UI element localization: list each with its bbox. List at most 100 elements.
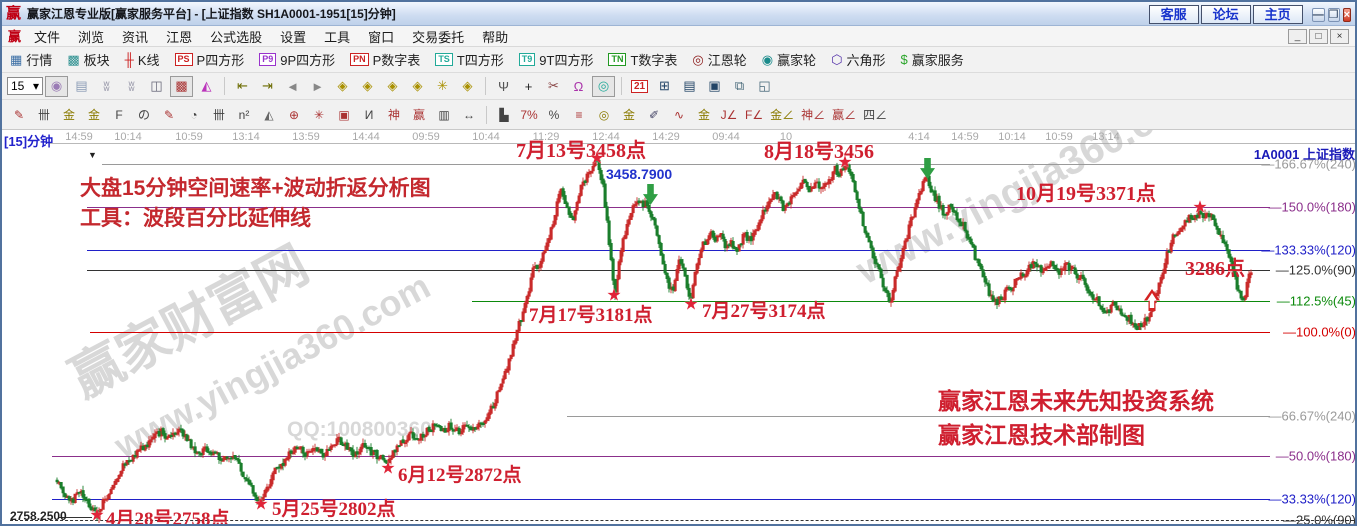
angle-flag-icon[interactable]: ◭ — [257, 104, 281, 126]
box-grid-icon[interactable]: ▣ — [332, 104, 356, 126]
sectors-icon: ▩ — [67, 53, 79, 66]
menu-item-5[interactable]: 设置 — [271, 27, 315, 46]
toolbar-item-4[interactable]: P99P四方形 — [259, 50, 335, 69]
gold-lines2-icon[interactable]: 金 — [692, 104, 716, 126]
toolbar-item-2[interactable]: ╫K线 — [125, 50, 160, 69]
toolbar-item-9[interactable]: ◎江恩轮 — [692, 50, 746, 69]
menu-item-0[interactable]: 文件 — [25, 27, 69, 46]
zoom-right-icon[interactable]: ◈ — [356, 76, 379, 97]
brush-icon[interactable]: ✐ — [642, 104, 666, 126]
menu-item-9[interactable]: 帮助 — [473, 27, 517, 46]
time-cycle-icon[interactable]: ◔ — [182, 104, 206, 126]
h-measure-icon[interactable]: ↔ — [457, 104, 481, 126]
percent7-icon[interactable]: 7% — [517, 104, 541, 126]
pen2-icon[interactable]: ✎ — [157, 104, 181, 126]
restore-button[interactable]: ❐ — [1328, 8, 1340, 22]
chart-area[interactable]: [15]分钟 1A0001 上证指数 ▼ 赢家财富网www.yingjia360… — [2, 130, 1357, 526]
toolbar-item-5[interactable]: PNP数字表 — [350, 50, 420, 69]
column-chart-icon[interactable]: ▙ — [492, 104, 516, 126]
shen-tool-icon[interactable]: 神 — [382, 104, 406, 126]
menu-item-3[interactable]: 江恩 — [157, 27, 201, 46]
angle-j-icon[interactable]: J∠ — [717, 104, 741, 126]
angle-shen-icon[interactable]: 神∠ — [798, 104, 828, 126]
color-histogram-icon[interactable]: ◭ — [195, 76, 218, 97]
star-rays-icon[interactable]: ✳ — [307, 104, 331, 126]
circle-cross-icon[interactable]: ⊕ — [282, 104, 306, 126]
toolbar-item-6[interactable]: TST四方形 — [435, 50, 503, 69]
calculator-icon[interactable]: ⊞ — [653, 76, 676, 97]
menu-item-8[interactable]: 交易委托 — [403, 27, 473, 46]
nav-first-icon[interactable]: ⇤ — [231, 76, 254, 97]
cut-tool-icon[interactable]: ✂ — [542, 76, 565, 97]
bars-3-icon[interactable]: ʬ — [95, 76, 118, 97]
report-icon[interactable]: ▤ — [70, 76, 93, 97]
menu-item-1[interactable]: 浏览 — [69, 27, 113, 46]
notes-icon[interactable]: ▤ — [678, 76, 701, 97]
toolbar-item-3[interactable]: PSP四方形 — [175, 50, 245, 69]
bars-9-icon[interactable]: ʬ — [120, 76, 143, 97]
candle-style-icon[interactable]: ◫ — [145, 76, 168, 97]
period-select[interactable]: 15 ▾ — [7, 77, 43, 95]
n-square-icon[interactable]: n² — [232, 104, 256, 126]
mdi-close-button[interactable]: × — [1330, 29, 1349, 44]
close-button[interactable]: × — [1343, 8, 1351, 22]
gold-lines-icon[interactable]: 金 — [617, 104, 641, 126]
chart-annotation-4: 7月17号3181点 — [529, 300, 653, 327]
nav-next-icon[interactable]: ► — [306, 76, 329, 97]
angle-f-icon[interactable]: F∠ — [742, 104, 766, 126]
draw-pen-icon[interactable]: ✎ — [7, 104, 31, 126]
nav-prev-icon[interactable]: ◄ — [281, 76, 304, 97]
zoom-star-icon[interactable]: ✳ — [431, 76, 454, 97]
toolbar-item-12[interactable]: $赢家服务 — [901, 50, 964, 69]
menu-item-4[interactable]: 公式选股 — [201, 27, 271, 46]
export-icon[interactable]: ◱ — [753, 76, 776, 97]
toolbar-item-label: P数字表 — [373, 50, 421, 69]
menu-item-6[interactable]: 工具 — [315, 27, 359, 46]
ruler-icon[interactable]: ▥ — [432, 104, 456, 126]
toolbar-item-7[interactable]: T99T四方形 — [519, 50, 594, 69]
toolbar-item-8[interactable]: TNT数字表 — [608, 50, 677, 69]
zoom-inward-icon[interactable]: ◈ — [406, 76, 429, 97]
star-marker-icon: ★ — [89, 507, 104, 524]
wave-line-icon[interactable]: ∿ — [667, 104, 691, 126]
percent-lines-icon[interactable]: ≡ — [567, 104, 591, 126]
nav-last-icon[interactable]: ⇥ — [256, 76, 279, 97]
toolbar-item-1[interactable]: ▩板块 — [67, 50, 109, 69]
grid2-icon[interactable]: 卌 — [207, 104, 231, 126]
zoom-vertical-icon[interactable]: ◈ — [456, 76, 479, 97]
pattern-search-icon[interactable]: ▩ — [170, 76, 193, 97]
percent-icon[interactable]: % — [542, 104, 566, 126]
angle-ying-icon[interactable]: 赢∠ — [829, 104, 859, 126]
gold-circle-icon[interactable]: ◎ — [592, 104, 616, 126]
titlebar-button-0[interactable]: 客服 — [1149, 5, 1199, 24]
toolbar-item-10[interactable]: ◉赢家轮 — [762, 50, 816, 69]
menu-item-2[interactable]: 资讯 — [113, 27, 157, 46]
ying-tool-icon[interactable]: 赢 — [407, 104, 431, 126]
gold-section2-icon[interactable]: 金 — [82, 104, 106, 126]
mdi-restore-button[interactable]: □ — [1309, 29, 1328, 44]
fibo-f-icon[interactable]: F — [107, 104, 131, 126]
calendar-icon[interactable]: 21 — [628, 76, 651, 97]
menu-item-7[interactable]: 窗口 — [359, 27, 403, 46]
mdi-minimize-button[interactable]: _ — [1288, 29, 1307, 44]
zoom-left-icon[interactable]: ◈ — [331, 76, 354, 97]
angle-gold-icon[interactable]: 金∠ — [767, 104, 797, 126]
titlebar-button-1[interactable]: 论坛 — [1201, 5, 1251, 24]
titlebar-button-2[interactable]: 主页 — [1253, 5, 1303, 24]
angle-four-icon[interactable]: 四∠ — [860, 104, 890, 126]
save-icon[interactable]: ▣ — [703, 76, 726, 97]
minimize-button[interactable]: — — [1312, 8, 1325, 22]
anchor-tool-icon[interactable]: Ω — [567, 76, 590, 97]
gann-grid-icon[interactable]: 卌 — [32, 104, 56, 126]
spiral-tool-icon[interactable]: ◉ — [45, 76, 68, 97]
zoom-horizontal-icon[interactable]: ◈ — [381, 76, 404, 97]
wave-n-icon[interactable]: И — [357, 104, 381, 126]
screenshot-icon[interactable]: ⧉ — [728, 76, 751, 97]
spiral-line-icon[interactable]: の — [132, 104, 156, 126]
brain-tool-icon[interactable]: ◎ — [592, 76, 615, 97]
toolbar-item-0[interactable]: ▦行情 — [10, 50, 52, 69]
crosshair-icon[interactable]: + — [517, 76, 540, 97]
toolbar-item-11[interactable]: ⬡六角形 — [831, 50, 885, 69]
hand-tool-icon[interactable]: Ψ — [492, 76, 515, 97]
gold-section-icon[interactable]: 金 — [57, 104, 81, 126]
